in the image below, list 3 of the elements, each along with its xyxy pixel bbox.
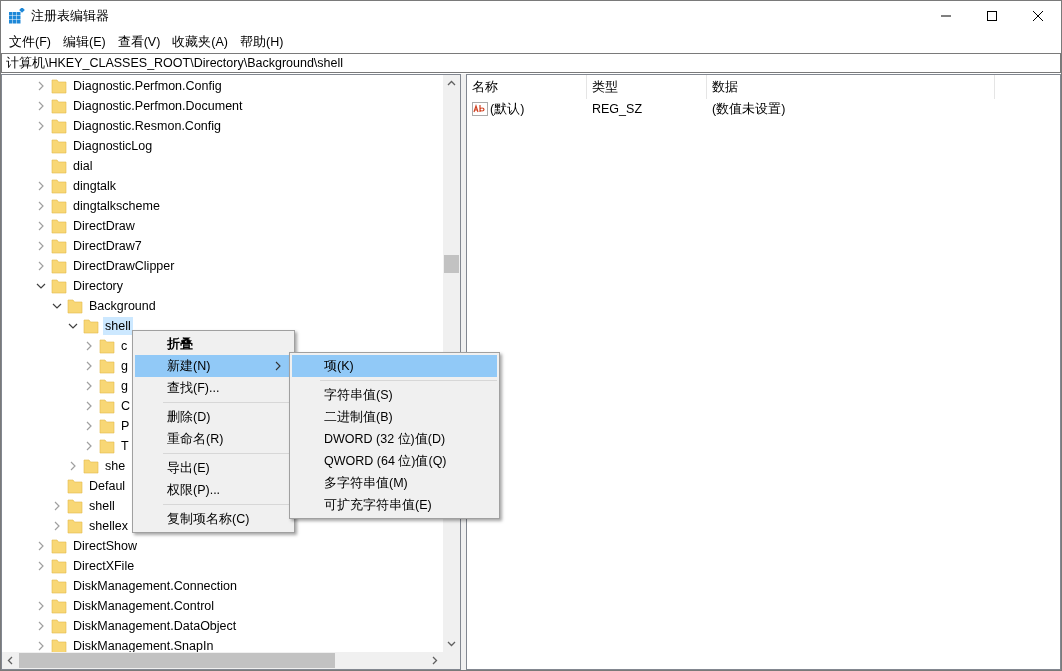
table-cell-text: (数值未设置)	[711, 100, 786, 118]
window-title: 注册表编辑器	[31, 7, 109, 25]
table-cell-text: REG_SZ	[591, 100, 643, 118]
